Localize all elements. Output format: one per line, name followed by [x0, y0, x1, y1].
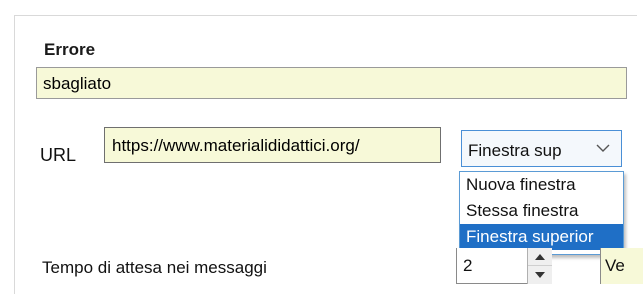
target-window-select[interactable]: Finestra sup — [461, 130, 622, 167]
adjacent-field[interactable]: Ve — [600, 248, 643, 284]
wait-time-stepper — [527, 248, 552, 284]
triangle-down-icon — [535, 271, 545, 278]
chevron-down-icon — [596, 144, 610, 152]
url-label: URL — [40, 145, 77, 165]
target-window-selected-value: Finestra sup — [468, 141, 562, 160]
option-same-window[interactable]: Stessa finestra — [460, 198, 623, 224]
target-window-dropdown: Nuova finestra Stessa finestra Finestra … — [459, 171, 624, 255]
wait-time-label: Tempo di attesa nei messaggi — [42, 258, 267, 277]
error-section-title: Errore — [44, 40, 96, 59]
url-field[interactable]: https://www.materialididattici.org/ — [104, 127, 441, 163]
wait-time-field[interactable]: 2 — [456, 248, 528, 284]
stepper-down-button[interactable] — [528, 266, 552, 283]
option-new-window[interactable]: Nuova finestra — [460, 172, 623, 198]
option-top-window[interactable]: Finestra superior — [460, 224, 623, 250]
triangle-up-icon — [535, 253, 545, 260]
error-text-field[interactable]: sbagliato — [36, 67, 627, 99]
stepper-up-button[interactable] — [528, 248, 552, 266]
